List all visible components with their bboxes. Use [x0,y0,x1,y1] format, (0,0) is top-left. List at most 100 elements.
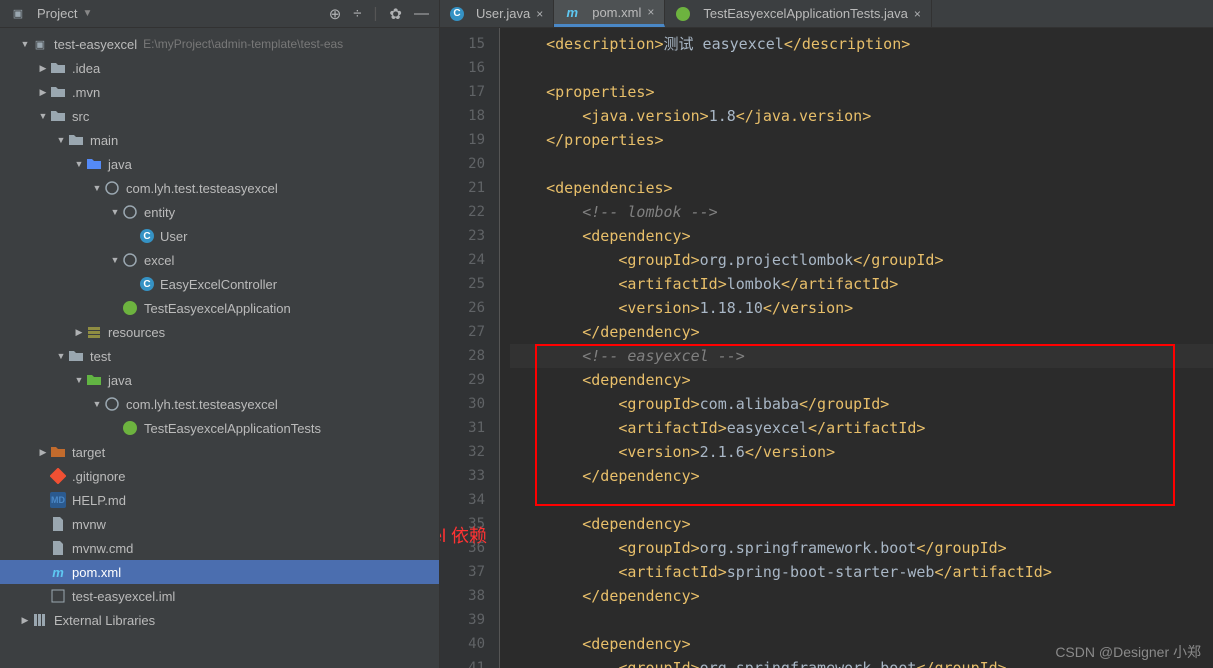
close-icon[interactable]: × [536,7,543,21]
line-gutter: 1516171819202122232425262728293031323334… [440,28,500,668]
expand-arrow[interactable]: ▼ [54,135,68,145]
line-number: 38 [440,584,485,608]
code-line[interactable]: </dependency> [510,584,1213,608]
code-line[interactable]: <artifactId>lombok</artifactId> [510,272,1213,296]
tree-item[interactable]: MDHELP.md [0,488,439,512]
line-number: 16 [440,56,485,80]
code-line[interactable]: </dependency> [510,320,1213,344]
tree-item[interactable]: .gitignore [0,464,439,488]
project-tree[interactable]: ▼▣test-easyexcelE:\myProject\admin-templ… [0,28,439,668]
code-line[interactable]: <dependency> [510,512,1213,536]
expand-arrow[interactable]: ▼ [108,255,122,265]
tree-item[interactable]: CUser [0,224,439,248]
close-icon[interactable]: × [914,7,921,21]
tree-item-label: .idea [72,61,100,76]
line-number: 18 [440,104,485,128]
code-line[interactable]: <dependency> [510,224,1213,248]
locate-icon[interactable]: ⊕ [329,5,342,23]
editor-tab[interactable]: mpom.xml× [554,0,665,27]
tree-item[interactable]: ▼com.lyh.test.testeasyexcel [0,176,439,200]
tree-item[interactable]: ▼▣test-easyexcelE:\myProject\admin-templ… [0,32,439,56]
tree-item[interactable]: ▶ target [0,440,439,464]
folder-icon [68,348,84,364]
tree-item[interactable]: ▼test [0,344,439,368]
tree-item[interactable]: ▼ entity [0,200,439,224]
editor-tab[interactable]: TestEasyexcelApplicationTests.java× [665,0,932,27]
tree-item[interactable]: ▶ .idea [0,56,439,80]
tree-item[interactable]: ▶External Libraries [0,608,439,632]
expand-arrow[interactable]: ▼ [18,39,32,49]
tree-item-label: TestEasyexcelApplication [144,301,291,316]
tree-item-label: TestEasyexcelApplicationTests [144,421,321,436]
tree-item[interactable]: ▼src [0,104,439,128]
tree-item[interactable]: ▼main [0,128,439,152]
tree-item[interactable]: ▶resources [0,320,439,344]
tree-item-label: entity [144,205,175,220]
code-line[interactable]: </dependency> [510,464,1213,488]
resource-folder-icon [86,324,102,340]
tree-item[interactable]: CEasyExcelController [0,272,439,296]
line-number: 19 [440,128,485,152]
project-view-selector[interactable]: ▣ Project ▼ [10,6,92,22]
expand-arrow[interactable]: ▼ [54,351,68,361]
source-folder-icon [86,156,102,172]
line-number: 29 [440,368,485,392]
watermark: CSDN @Designer 小郑 [1055,642,1201,662]
expand-arrow[interactable]: ▼ [72,375,86,385]
editor-tab[interactable]: CUser.java× [440,0,554,27]
package-icon [122,204,138,220]
tree-item-label: mvnw [72,517,106,532]
expand-arrow[interactable]: ▶ [72,327,86,338]
tree-item[interactable]: ▼java [0,368,439,392]
line-number: 26 [440,296,485,320]
expand-arrow[interactable]: ▶ [36,63,50,74]
expand-arrow[interactable]: ▼ [90,399,104,409]
code-line[interactable]: <version>2.1.6</version> [510,440,1213,464]
code-line[interactable]: <properties> [510,80,1213,104]
tree-item[interactable]: ▼com.lyh.test.testeasyexcel [0,392,439,416]
tree-item[interactable]: mvnw.cmd [0,536,439,560]
code-line[interactable]: <dependency> [510,368,1213,392]
expand-arrow[interactable]: ▼ [108,207,122,217]
code-line[interactable]: <artifactId>easyexcel</artifactId> [510,416,1213,440]
tree-item-label: target [72,445,105,460]
expand-arrow[interactable]: ▶ [36,447,50,458]
code-line[interactable] [510,56,1213,80]
folder-icon [50,108,66,124]
tree-item[interactable]: test-easyexcel.iml [0,584,439,608]
code-line[interactable]: <groupId>org.projectlombok</groupId> [510,248,1213,272]
expand-arrow[interactable]: ▼ [90,183,104,193]
tree-item[interactable]: ▶.mvn [0,80,439,104]
expand-arrow[interactable]: ▼ [36,111,50,121]
close-icon[interactable]: × [647,5,654,19]
tree-item-label: mvnw.cmd [72,541,133,556]
code-line[interactable]: <description>测试 easyexcel</description> [510,32,1213,56]
expand-arrow[interactable]: ▶ [18,615,32,626]
gear-icon[interactable]: ✿ [389,5,402,23]
code-line[interactable]: <version>1.18.10</version> [510,296,1213,320]
project-view-label: Project [37,6,77,21]
code-line[interactable]: <artifactId>spring-boot-starter-web</art… [510,560,1213,584]
code-line[interactable]: <dependencies> [510,176,1213,200]
tree-item[interactable]: ▼java [0,152,439,176]
tree-item-label: EasyExcelController [160,277,277,292]
expand-icon[interactable]: ÷ [353,5,361,22]
tree-item[interactable]: mpom.xml [0,560,439,584]
tree-item[interactable]: ▼excel [0,248,439,272]
code-line[interactable] [510,608,1213,632]
code-line[interactable]: <groupId>com.alibaba</groupId> [510,392,1213,416]
code-line[interactable] [510,488,1213,512]
code-editor[interactable]: <description>测试 easyexcel</description> … [500,28,1213,668]
code-line[interactable] [510,152,1213,176]
code-line[interactable]: <groupId>org.springframework.boot</group… [510,536,1213,560]
tree-item[interactable]: mvnw [0,512,439,536]
hide-icon[interactable]: — [414,5,429,22]
code-line[interactable]: <!-- lombok --> [510,200,1213,224]
expand-arrow[interactable]: ▶ [36,87,50,98]
code-line[interactable]: <java.version>1.8</java.version> [510,104,1213,128]
tree-item[interactable]: TestEasyexcelApplication [0,296,439,320]
code-line[interactable]: </properties> [510,128,1213,152]
tree-item[interactable]: TestEasyexcelApplicationTests [0,416,439,440]
expand-arrow[interactable]: ▼ [72,159,86,169]
code-line[interactable]: <!-- easyexcel --> [510,344,1213,368]
